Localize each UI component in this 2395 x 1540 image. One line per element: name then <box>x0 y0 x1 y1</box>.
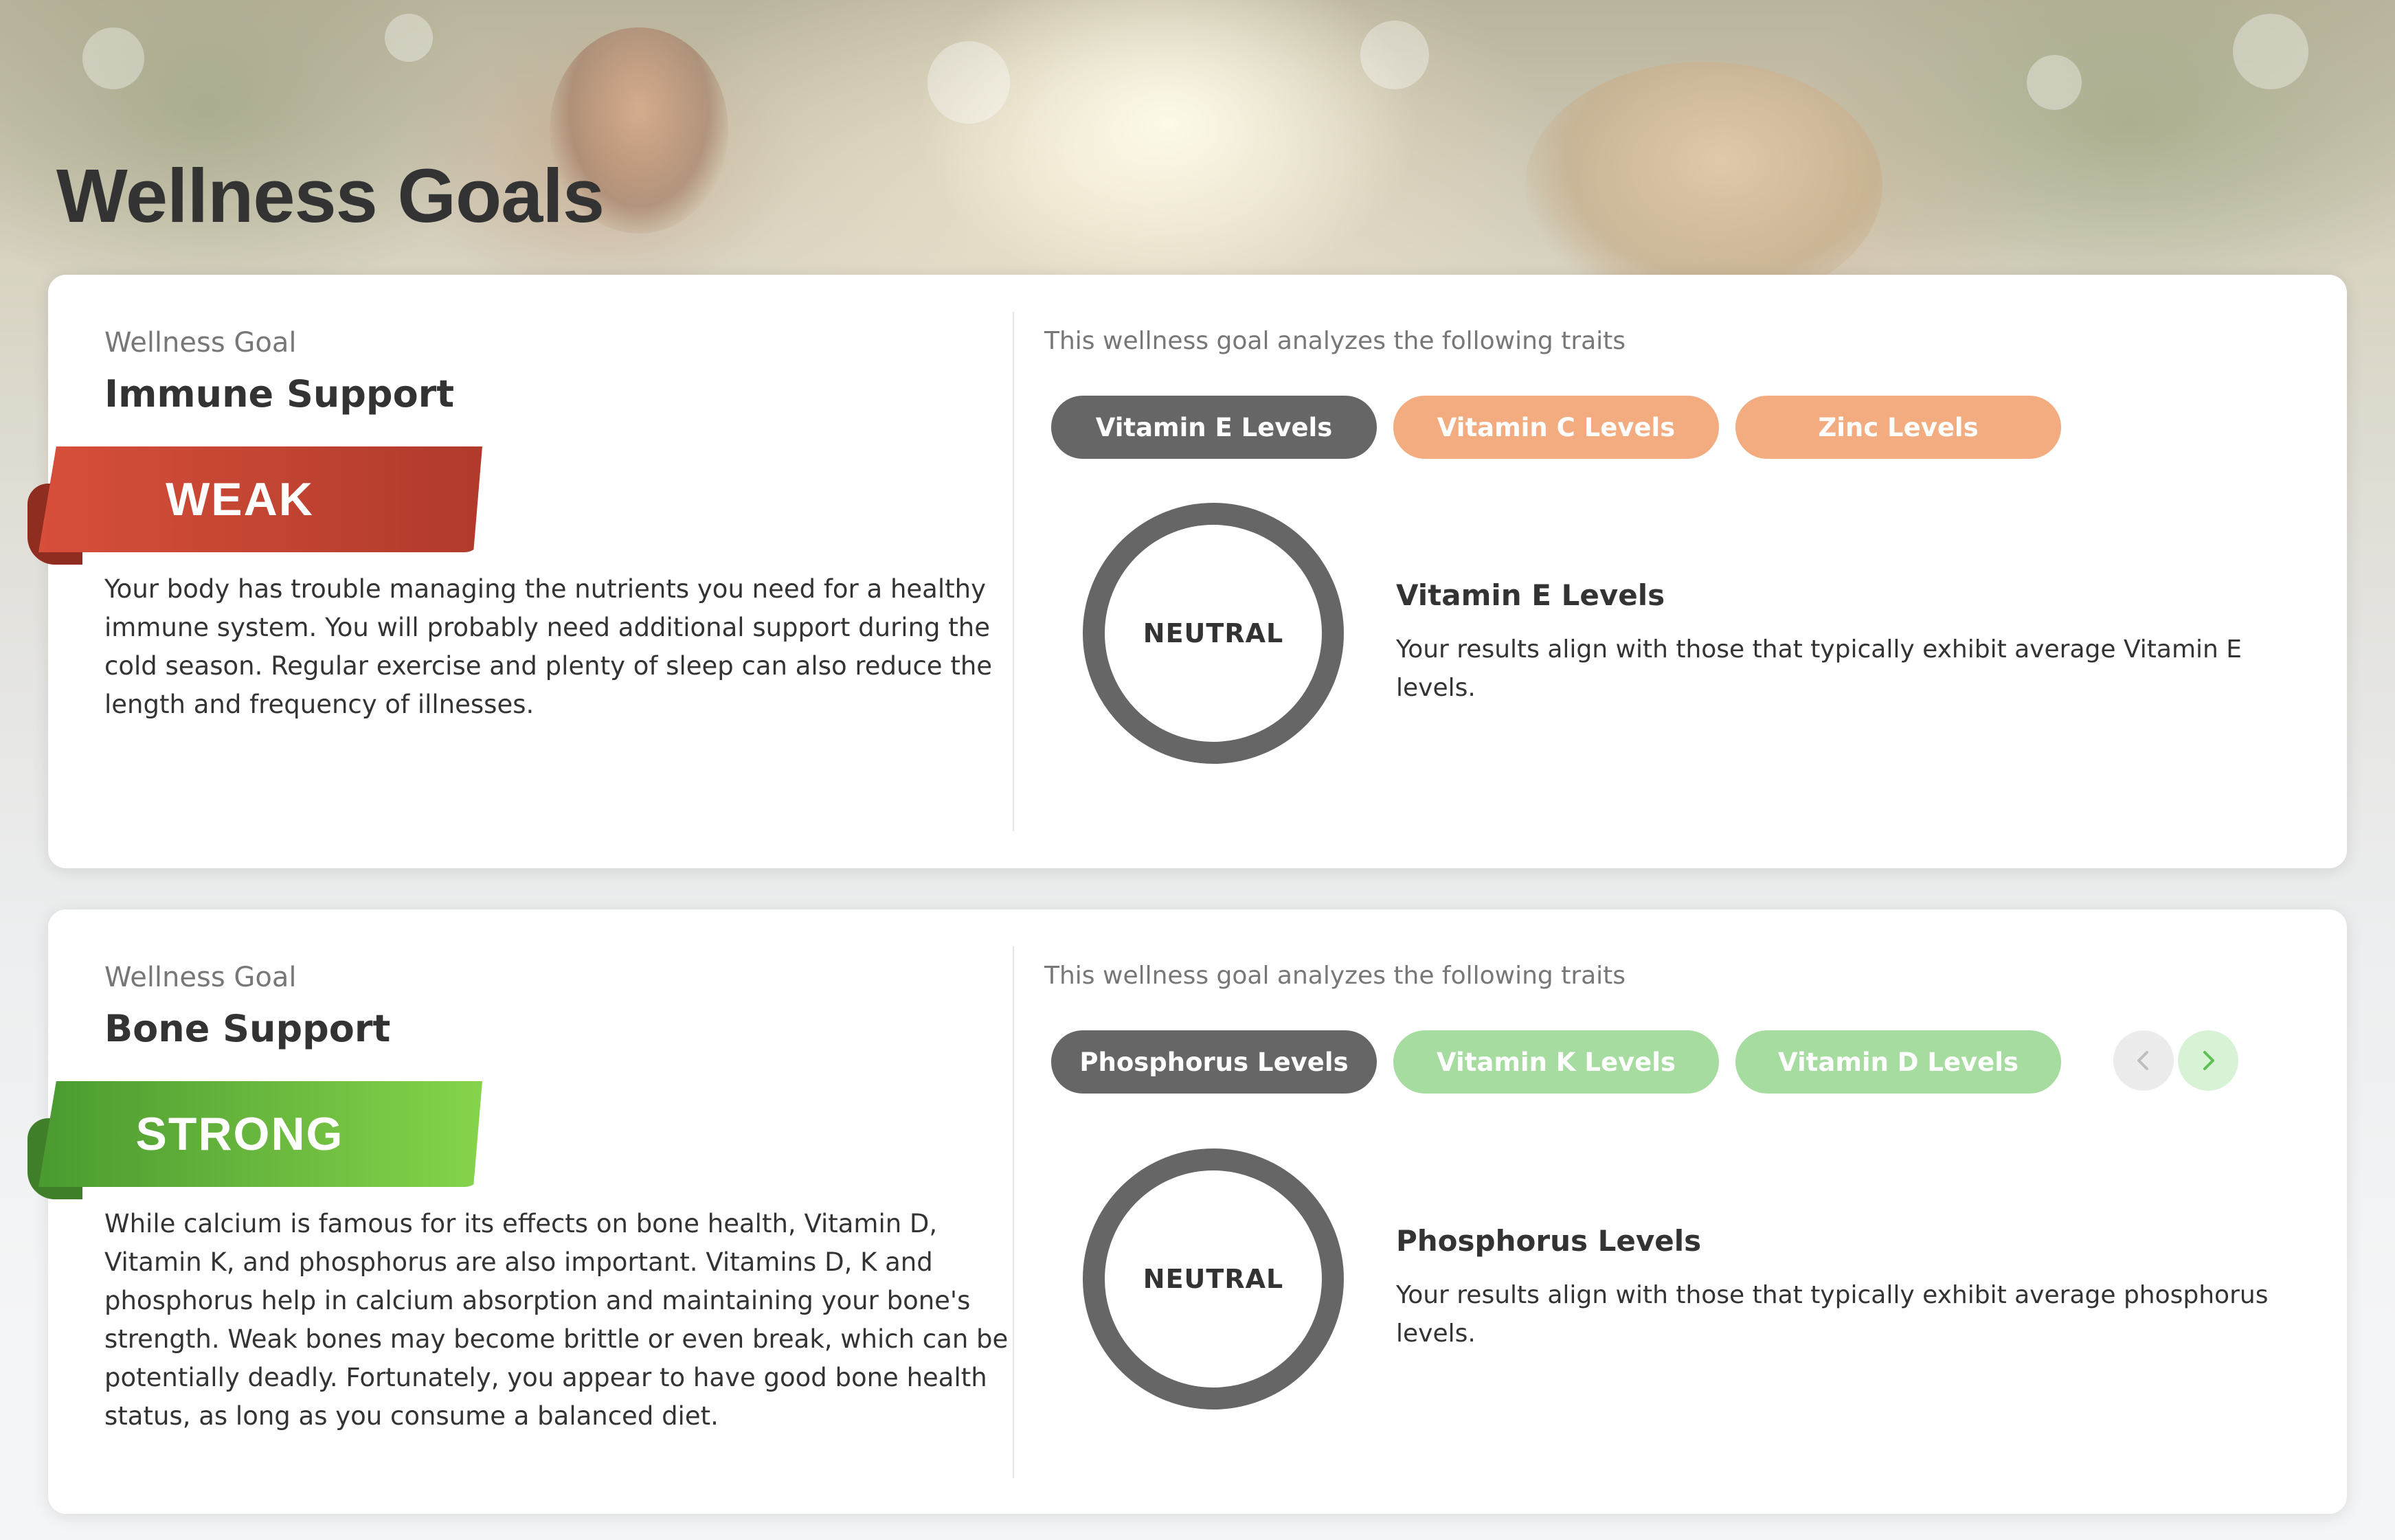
rating-badge: WEAK <box>38 446 482 552</box>
trait-tabs: Phosphorus Levels Vitamin K Levels Vitam… <box>1051 1030 2061 1094</box>
goal-name: Immune Support <box>104 372 455 416</box>
trait-description: Your results align with those that typic… <box>1396 635 2242 702</box>
divider <box>1013 312 1014 831</box>
trait-result-label: NEUTRAL <box>1143 618 1284 648</box>
carousel-next-button[interactable] <box>2178 1030 2238 1091</box>
rating-ribbon: WEAK <box>27 446 495 584</box>
goal-description: While calcium is famous for its effects … <box>104 1209 1009 1431</box>
traits-label: This wellness goal analyzes the followin… <box>1044 962 1626 990</box>
trait-chip-vitamin-c[interactable]: Vitamin C Levels <box>1393 396 1719 459</box>
trait-chip-zinc[interactable]: Zinc Levels <box>1735 396 2061 459</box>
goal-description: Your body has trouble managing the nutri… <box>104 574 993 719</box>
trait-description: Your results align with those that typic… <box>1396 1281 2269 1348</box>
trait-chip-vitamin-e[interactable]: Vitamin E Levels <box>1051 396 1377 459</box>
wellness-goal-card: Wellness Goal Bone Support STRONG While … <box>27 909 2347 1514</box>
rating-text: WEAK <box>166 473 314 525</box>
trait-title: Vitamin E Levels <box>1396 578 1665 612</box>
bokeh-light <box>2027 55 2082 110</box>
divider <box>1013 947 1014 1478</box>
bokeh-light <box>927 41 1010 124</box>
trait-chip-vitamin-k[interactable]: Vitamin K Levels <box>1393 1030 1719 1094</box>
trait-chip-phosphorus[interactable]: Phosphorus Levels <box>1051 1030 1377 1094</box>
bokeh-light <box>2233 14 2308 89</box>
trait-chip-vitamin-d[interactable]: Vitamin D Levels <box>1735 1030 2061 1094</box>
goal-name: Bone Support <box>104 1007 391 1050</box>
hero-photo-person <box>1525 62 1882 309</box>
trait-result-ring: NEUTRAL <box>1083 1148 1344 1409</box>
bokeh-light <box>385 14 433 62</box>
trait-tabs: Vitamin E Levels Vitamin C Levels Zinc L… <box>1051 396 2061 459</box>
goal-label: Wellness Goal <box>104 327 297 359</box>
wellness-goal-card: Wellness Goal Immune Support WEAK Your b… <box>27 275 2347 868</box>
page-title: Wellness Goals <box>56 154 605 238</box>
carousel-prev-button[interactable] <box>2113 1030 2174 1091</box>
goal-label: Wellness Goal <box>104 962 297 993</box>
rating-ribbon: STRONG <box>27 1081 495 1219</box>
trait-title: Phosphorus Levels <box>1396 1224 1702 1258</box>
chevron-left-icon <box>2137 1051 2148 1070</box>
rating-badge: STRONG <box>38 1081 482 1187</box>
bokeh-light <box>82 27 144 89</box>
trait-result-label: NEUTRAL <box>1143 1264 1284 1294</box>
chevron-right-icon <box>2203 1051 2214 1070</box>
bokeh-light <box>1360 21 1429 89</box>
trait-result-ring: NEUTRAL <box>1083 503 1344 764</box>
traits-label: This wellness goal analyzes the followin… <box>1044 327 1626 355</box>
rating-text: STRONG <box>135 1108 344 1160</box>
